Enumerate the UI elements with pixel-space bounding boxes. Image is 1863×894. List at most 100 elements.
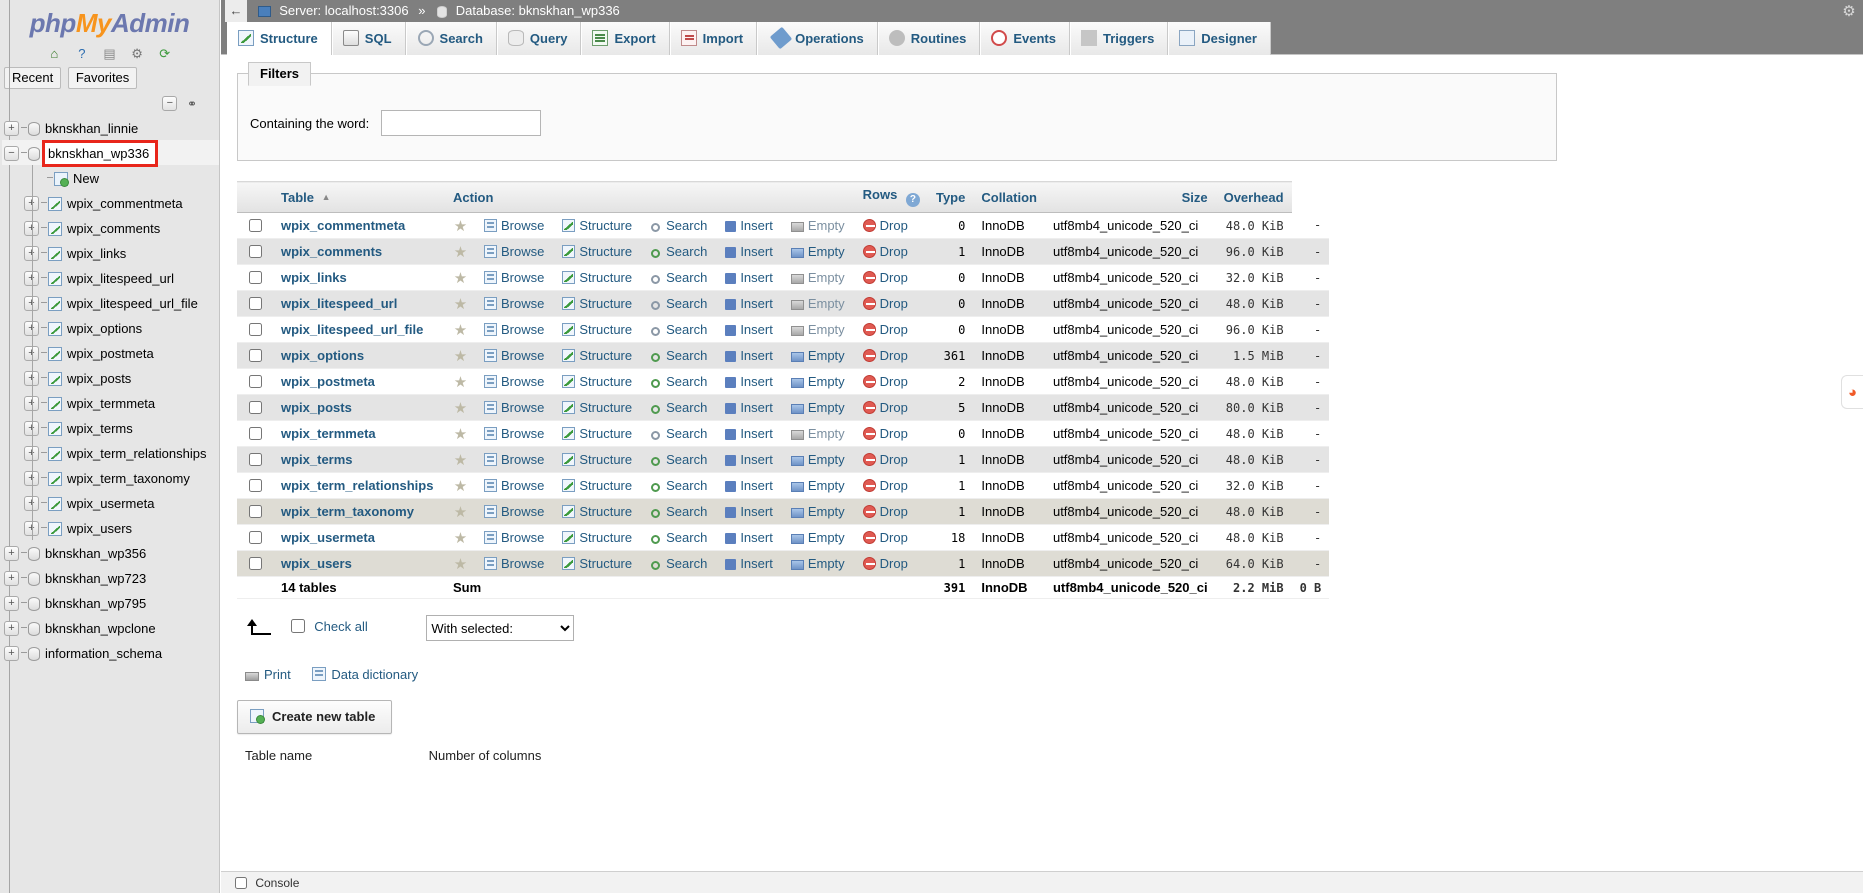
structure-link[interactable]: Structure (562, 270, 634, 285)
row-checkbox[interactable] (249, 427, 262, 440)
table-row[interactable]: wpix_usermeta ★ Browse Structure Search Inser… (237, 524, 1330, 551)
empty-link[interactable]: Empty (790, 244, 847, 259)
browse-link[interactable]: Browse (484, 426, 546, 441)
drop-link[interactable]: Drop (862, 478, 910, 493)
sidebar-table-item[interactable]: +wpix_usermeta (2, 490, 219, 515)
empty-link[interactable]: Empty (790, 426, 847, 441)
browse-link[interactable]: Browse (484, 504, 546, 519)
help-icon[interactable]: ? (73, 45, 91, 63)
insert-link[interactable]: Insert (725, 478, 775, 493)
tree-expander[interactable]: + (4, 621, 19, 637)
back-button[interactable]: ← (225, 0, 247, 22)
structure-link[interactable]: Structure (562, 218, 634, 233)
favorite-star-icon[interactable]: ★ (453, 505, 468, 520)
empty-link[interactable]: Empty (790, 504, 847, 519)
structure-link[interactable]: Structure (562, 400, 634, 415)
empty-link[interactable]: Empty (790, 556, 847, 571)
favorite-star-icon[interactable]: ★ (453, 297, 468, 312)
search-link[interactable]: Search (650, 426, 709, 441)
link-with-main-panel-icon[interactable]: ⚭ (187, 97, 197, 111)
row-checkbox[interactable] (249, 557, 262, 570)
favorite-star-icon[interactable]: ★ (453, 349, 468, 364)
tree-expander[interactable]: + (4, 546, 19, 562)
favorite-star-icon[interactable]: ★ (453, 531, 468, 546)
table-name-link[interactable]: wpix_users (281, 556, 352, 571)
header-type[interactable]: Type (927, 181, 974, 213)
table-row[interactable]: wpix_litespeed_url ★ Browse Structure Search… (237, 290, 1330, 317)
empty-link[interactable]: Empty (790, 322, 847, 337)
structure-link[interactable]: Structure (562, 452, 634, 467)
table-name-link[interactable]: wpix_links (281, 270, 347, 285)
favorite-star-icon[interactable]: ★ (453, 401, 468, 416)
row-checkbox[interactable] (249, 479, 262, 492)
favorite-star-icon[interactable]: ★ (453, 245, 468, 260)
data-dictionary-link[interactable]: Data dictionary (312, 667, 418, 682)
tab-query[interactable]: Query (496, 22, 582, 55)
drop-link[interactable]: Drop (862, 530, 910, 545)
tab-favorites[interactable]: Favorites (67, 67, 138, 89)
empty-link[interactable]: Empty (790, 478, 847, 493)
settings-gear-icon[interactable]: ⚙ (1841, 4, 1857, 20)
sidebar-table-item[interactable]: +wpix_litespeed_url_file (2, 290, 219, 315)
sidebar-table-item[interactable]: +wpix_postmeta (2, 340, 219, 365)
empty-link[interactable]: Empty (790, 348, 847, 363)
empty-link[interactable]: Empty (790, 530, 847, 545)
favorite-star-icon[interactable]: ★ (453, 479, 468, 494)
structure-link[interactable]: Structure (562, 530, 634, 545)
table-row[interactable]: wpix_term_relationships ★ Browse Structure S… (237, 472, 1330, 499)
drop-link[interactable]: Drop (862, 504, 910, 519)
drop-link[interactable]: Drop (862, 270, 910, 285)
row-checkbox[interactable] (249, 271, 262, 284)
insert-link[interactable]: Insert (725, 244, 775, 259)
empty-link[interactable]: Empty (790, 270, 847, 285)
documentation-icon[interactable]: ▤ (101, 45, 119, 63)
browse-link[interactable]: Browse (484, 348, 546, 363)
search-link[interactable]: Search (650, 270, 709, 285)
sidebar-db-item[interactable]: + bknskhan_linnie (2, 115, 219, 140)
row-checkbox[interactable] (249, 401, 262, 414)
table-name-link[interactable]: wpix_comments (281, 244, 382, 259)
sidebar-table-item[interactable]: +wpix_users (2, 515, 219, 540)
browse-link[interactable]: Browse (484, 322, 546, 337)
tab-sql[interactable]: SQL (331, 22, 406, 55)
sidebar-db-item[interactable]: + bknskhan_wp356 (2, 540, 219, 565)
search-link[interactable]: Search (650, 348, 709, 363)
console-checkbox[interactable] (235, 877, 247, 889)
table-name-link[interactable]: wpix_termmeta (281, 426, 376, 441)
favorite-star-icon[interactable]: ★ (453, 219, 468, 234)
row-checkbox[interactable] (249, 531, 262, 544)
browse-link[interactable]: Browse (484, 452, 546, 467)
table-name-link[interactable]: wpix_litespeed_url (281, 296, 397, 311)
drop-link[interactable]: Drop (862, 400, 910, 415)
favorite-star-icon[interactable]: ★ (453, 427, 468, 442)
drop-link[interactable]: Drop (862, 218, 910, 233)
with-selected-dropdown[interactable]: With selected: (426, 615, 575, 641)
reload-icon[interactable]: ⟳ (156, 45, 174, 63)
create-new-table-button[interactable]: Create new table (237, 700, 393, 734)
sidebar-db-item[interactable]: − bknskhan_wp336 (2, 140, 219, 168)
drop-link[interactable]: Drop (862, 426, 910, 441)
drop-link[interactable]: Drop (862, 374, 910, 389)
tab-routines[interactable]: Routines (877, 22, 981, 55)
insert-link[interactable]: Insert (725, 296, 775, 311)
insert-link[interactable]: Insert (725, 218, 775, 233)
sidebar-table-item[interactable]: +wpix_term_taxonomy (2, 465, 219, 490)
sidebar-db-item[interactable]: + bknskhan_wp795 (2, 590, 219, 615)
favorite-star-icon[interactable]: ★ (453, 375, 468, 390)
table-name-link[interactable]: wpix_options (281, 348, 364, 363)
drop-link[interactable]: Drop (862, 348, 910, 363)
sidebar-new-item[interactable]: New (2, 165, 219, 190)
browse-link[interactable]: Browse (484, 478, 546, 493)
row-checkbox[interactable] (249, 349, 262, 362)
drop-link[interactable]: Drop (862, 322, 910, 337)
home-icon[interactable]: ⌂ (45, 45, 63, 63)
collapse-all-button[interactable]: − (162, 96, 178, 112)
drop-link[interactable]: Drop (862, 556, 910, 571)
insert-link[interactable]: Insert (725, 270, 775, 285)
tab-events[interactable]: Events (980, 22, 1070, 55)
favorite-star-icon[interactable]: ★ (453, 271, 468, 286)
containing-word-input[interactable] (380, 110, 541, 136)
insert-link[interactable]: Insert (725, 374, 775, 389)
table-row[interactable]: wpix_termmeta ★ Browse Structure Search Inser… (237, 420, 1330, 447)
tab-export[interactable]: Export (581, 22, 670, 55)
